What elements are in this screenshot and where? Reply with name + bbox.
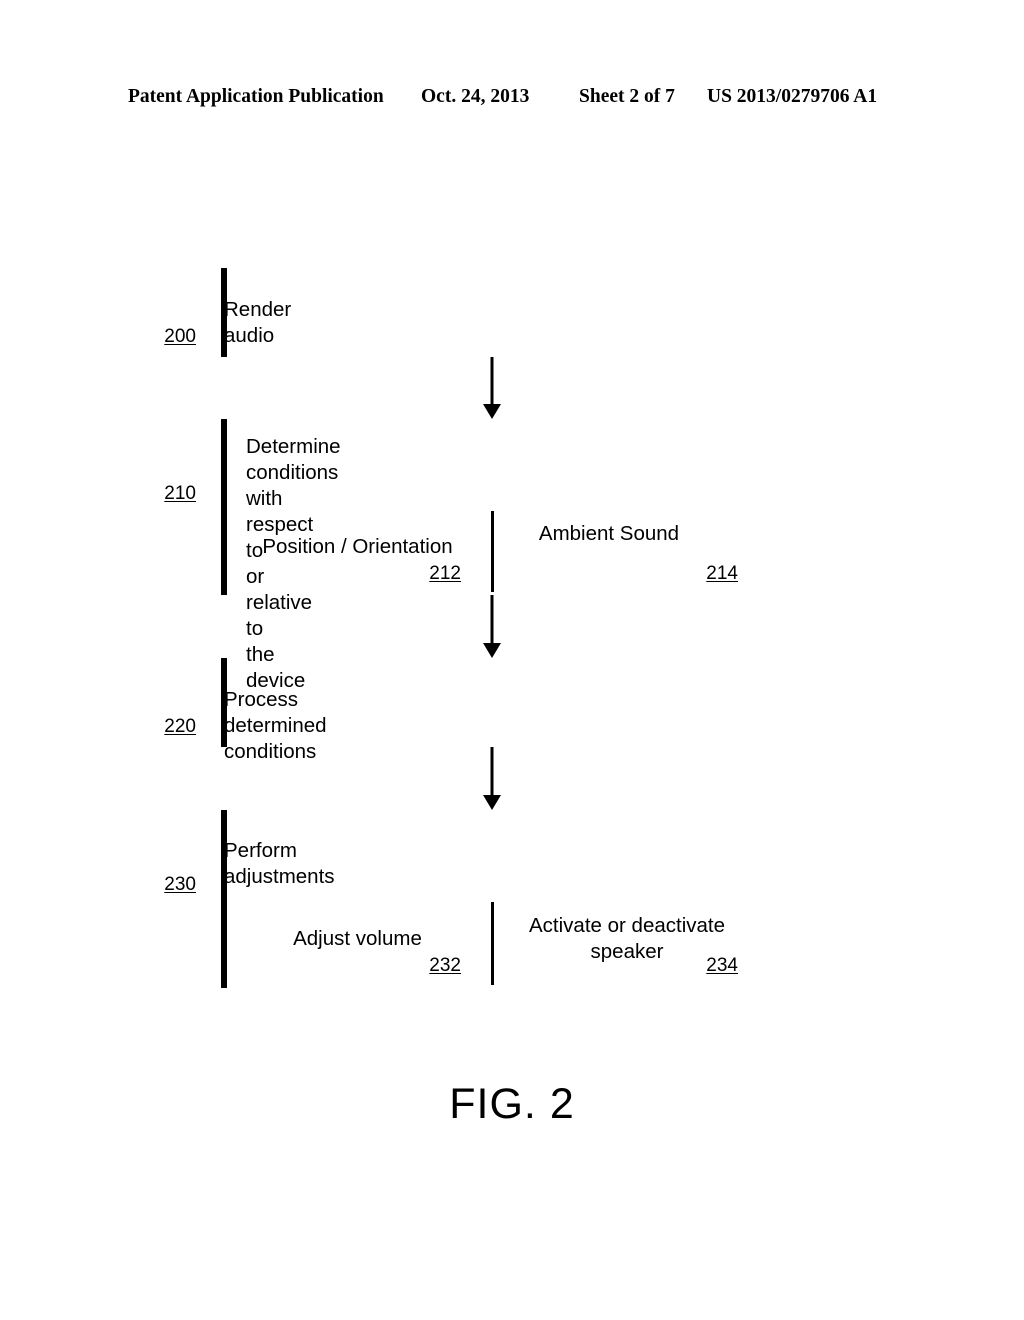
flow-subcell-position-orientation: Position / Orientation 212 [224,511,491,592]
flow-subcell-position-orientation-ref: 212 [429,563,461,584]
flow-arrow-render-to-determine [483,357,501,419]
flow-subcell-activate-deactivate-speaker-ref: 234 [706,955,738,976]
header-patent-number: US 2013/0279706 A1 [707,86,878,107]
flow-subcell-ambient-sound: Ambient Sound 214 [491,511,760,592]
flow-subcell-adjust-volume-ref: 232 [429,955,461,976]
flow-node-perform-adjustments-ref: 230 [164,874,196,895]
flow-subcell-ambient-sound-ref: 214 [706,563,738,584]
flow-node-render-audio: Render audio 200 [164,268,291,357]
flow-node-render-audio-ref: 200 [164,326,196,347]
flow-subcell-adjust-volume-label: Adjust volume [293,927,422,950]
flow-subcell-position-orientation-label: Position / Orientation [262,535,453,558]
flow-arrow-determine-to-process [483,595,501,658]
flow-node-process-conditions-ref: 220 [164,716,196,737]
header-publication-label: Patent Application Publication [128,86,384,107]
flow-node-perform-adjustments: Perform adjustments 230 Adjust volume 23… [164,810,738,988]
header-sheet-number: Sheet 2 of 7 [579,86,675,107]
flow-subcell-ambient-sound-label: Ambient Sound [538,522,680,545]
figure-caption: FIG. 2 [449,1080,575,1128]
flow-node-process-conditions: Process determined conditions 220 [164,658,327,763]
flow-node-determine-conditions: Determine conditions with respect to or … [164,419,738,692]
header-publication-date: Oct. 24, 2013 [421,86,530,107]
flow-subcell-adjust-volume: Adjust volume 232 [224,902,491,985]
page-header: Patent Application Publication Oct. 24, … [0,86,1024,116]
flow-node-determine-conditions-ref: 210 [164,483,196,504]
flow-arrow-process-to-perform [483,747,501,810]
flow-subcell-activate-deactivate-speaker: Activate or deactivate speaker 234 [491,902,760,985]
